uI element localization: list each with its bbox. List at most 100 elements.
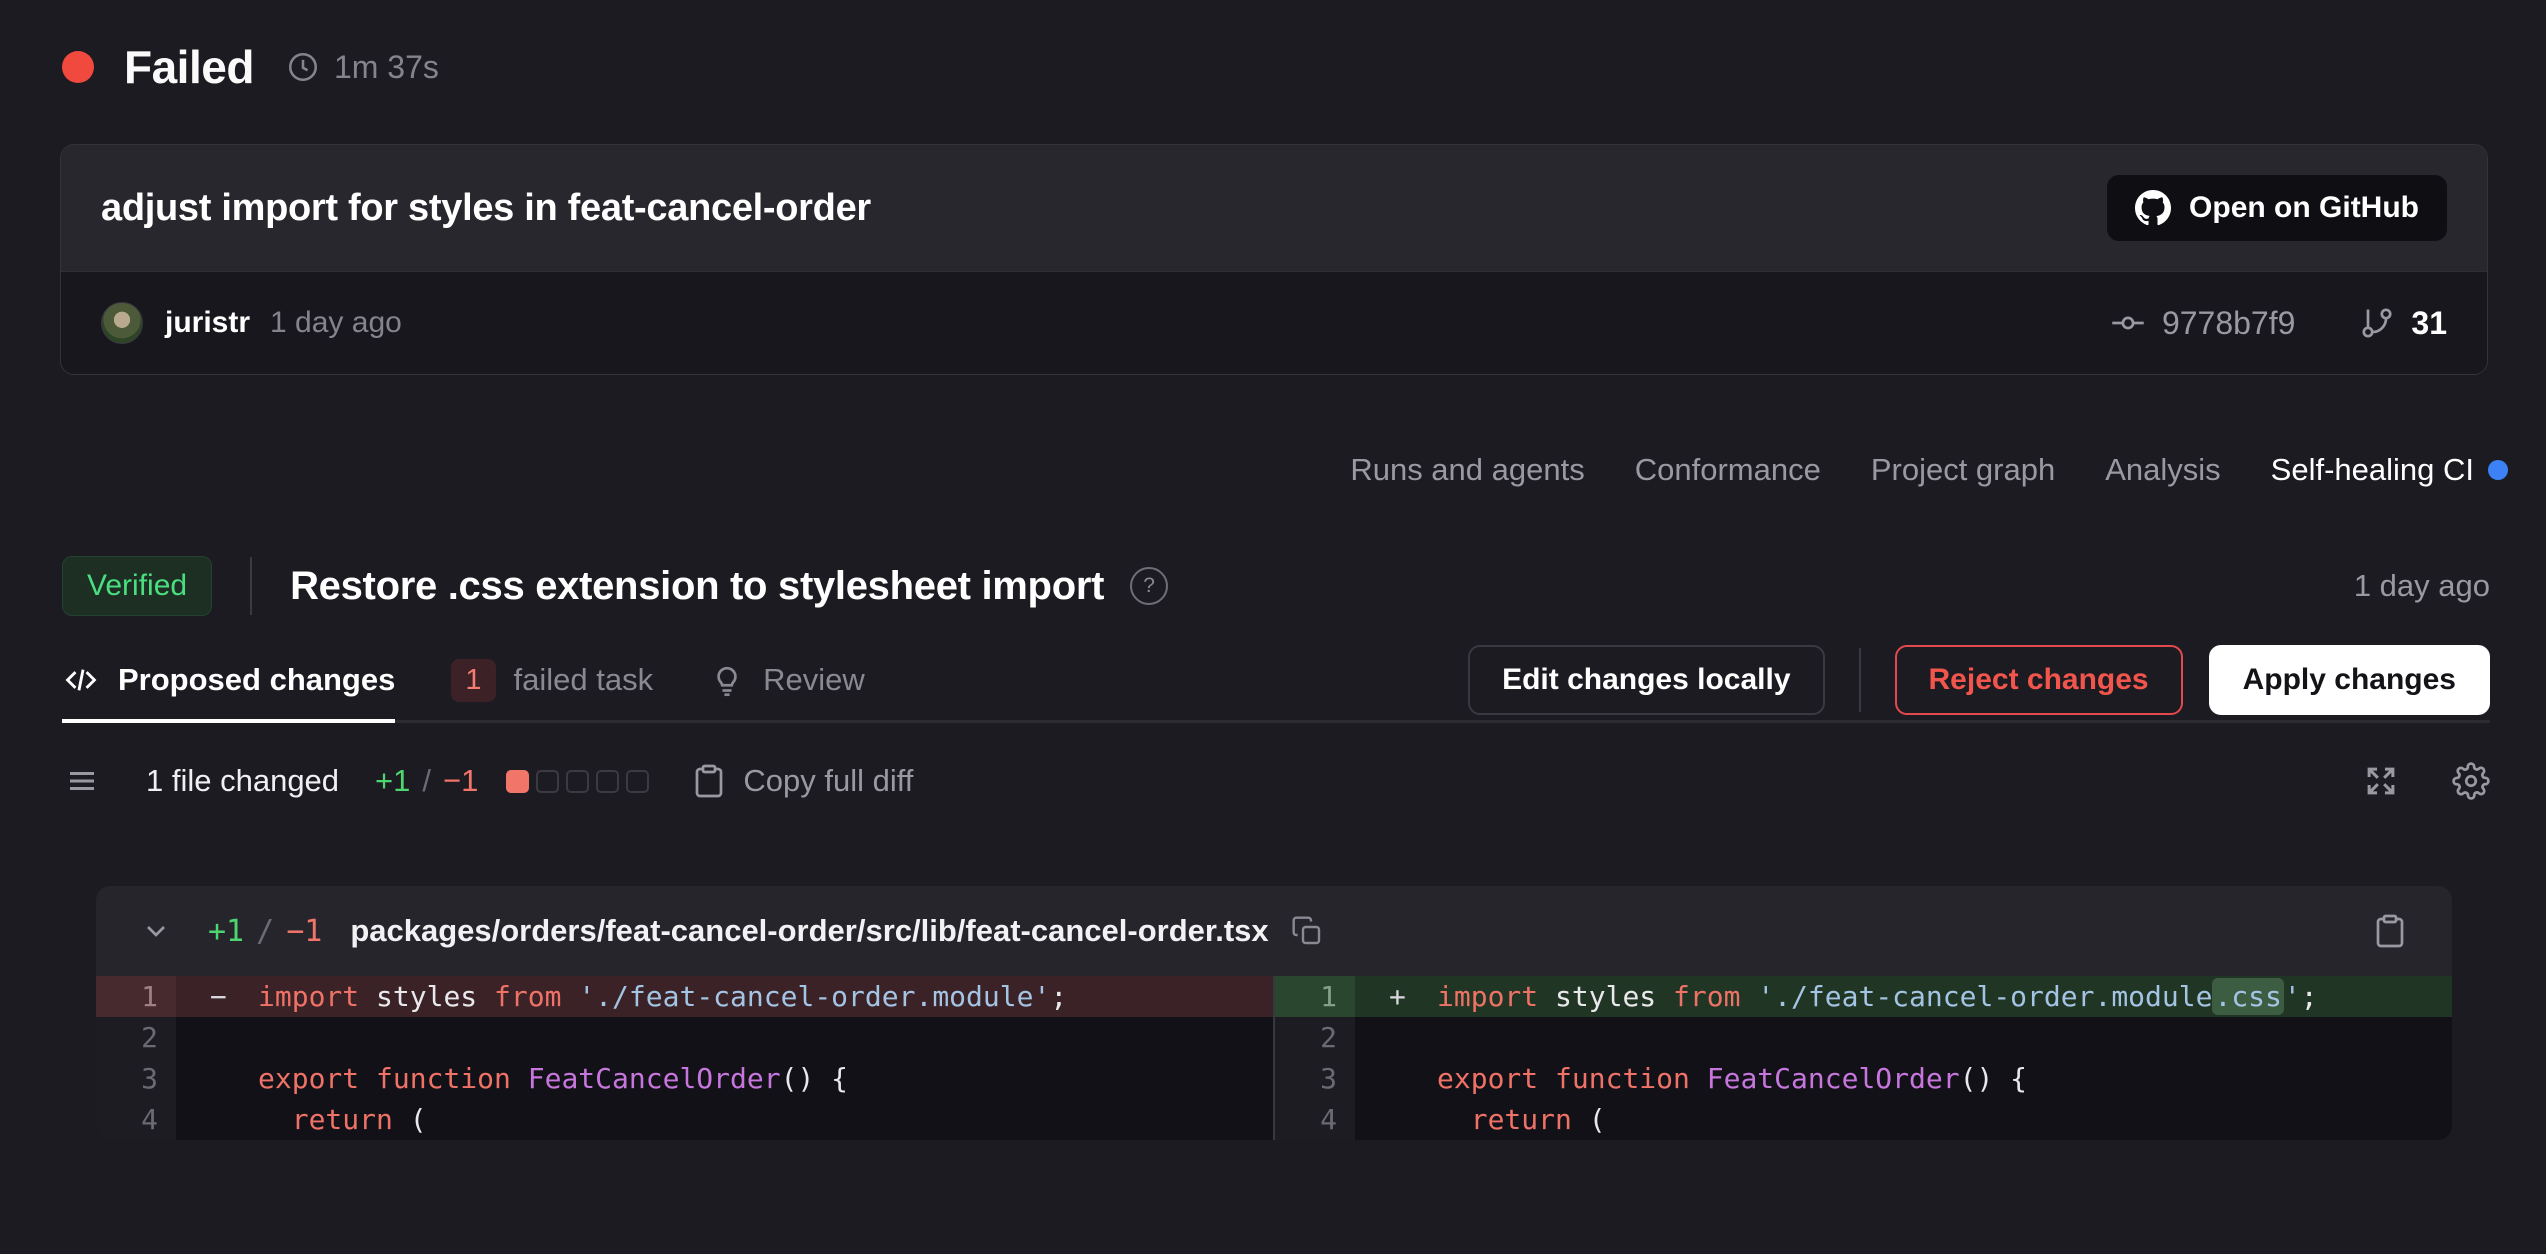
git-branch-icon (2359, 305, 2395, 341)
tab-failed-task-label: failed task (514, 662, 654, 698)
diff-progress-squares (506, 770, 649, 793)
divider (1859, 648, 1861, 712)
line-number: 3 (96, 1058, 176, 1099)
edit-changes-locally-button[interactable]: Edit changes locally (1468, 645, 1824, 715)
diff-file-header: +1 / −1 packages/orders/feat-cancel-orde… (96, 886, 2452, 976)
line-number: 1 (1275, 976, 1355, 1017)
fix-tabs-row: Proposed changes 1 failed task Review Ed… (62, 640, 2490, 723)
diff-left-panel: 1−import styles from './feat-cancel-orde… (96, 976, 1275, 1140)
commit-time: 1 day ago (270, 306, 402, 340)
copy-file-diff-icon[interactable] (2372, 913, 2408, 949)
line-number: 4 (1275, 1099, 1355, 1140)
additions-count: +1 (375, 763, 410, 799)
code-line: return ( (1355, 1099, 2452, 1140)
verified-badge: Verified (62, 556, 212, 616)
nav-conformance[interactable]: Conformance (1635, 452, 1821, 488)
line-number: 2 (96, 1017, 176, 1058)
code-line (1355, 1017, 2452, 1058)
diff-panel: +1 / −1 packages/orders/feat-cancel-orde… (96, 886, 2452, 1140)
code-row: 3export function FeatCancelOrder() { (1275, 1058, 2452, 1099)
diff-progress-square (596, 770, 619, 793)
code-row: 2 (1275, 1017, 2452, 1058)
branch-count-group[interactable]: 31 (2359, 305, 2447, 342)
clock-icon (286, 50, 320, 84)
code-row: 1−import styles from './feat-cancel-orde… (96, 976, 1273, 1017)
status-label: Failed (124, 40, 254, 94)
copy-full-diff-button[interactable]: Copy full diff (691, 763, 913, 799)
avatar (101, 302, 143, 344)
help-icon[interactable]: ? (1130, 567, 1168, 605)
open-on-github-button[interactable]: Open on GitHub (2107, 175, 2447, 241)
file-stat-separator: / (256, 914, 274, 949)
code-row: 3export function FeatCancelOrder() { (96, 1058, 1273, 1099)
tab-review[interactable]: Review (709, 640, 865, 720)
fix-actions: Edit changes locally Reject changes Appl… (1468, 645, 2490, 715)
diff-progress-square (566, 770, 589, 793)
commit-hash-group[interactable]: 9778b7f9 (2110, 305, 2295, 342)
clipboard-icon (691, 763, 727, 799)
expand-icon[interactable] (2362, 762, 2400, 800)
github-button-label: Open on GitHub (2189, 191, 2419, 225)
code-line (176, 1017, 1273, 1058)
diff-code: 1−import styles from './feat-cancel-orde… (96, 976, 2452, 1140)
code-line: export function FeatCancelOrder() { (1355, 1058, 2452, 1099)
nav-runs-and-agents[interactable]: Runs and agents (1350, 452, 1584, 488)
tab-failed-task[interactable]: 1 failed task (451, 640, 653, 720)
nav-analysis[interactable]: Analysis (2105, 452, 2220, 488)
commit-card-header: adjust import for styles in feat-cancel-… (61, 145, 2487, 271)
fix-heading-row: Verified Restore .css extension to style… (62, 556, 2490, 616)
diff-progress-square (536, 770, 559, 793)
branch-count: 31 (2411, 305, 2447, 342)
diff-toolbar: 1 file changed +1 / −1 Copy full diff (64, 762, 2490, 800)
file-additions: +1 (208, 914, 244, 949)
nav-self-healing-ci-label: Self-healing CI (2271, 452, 2474, 488)
line-number: 2 (1275, 1017, 1355, 1058)
commit-hash: 9778b7f9 (2162, 305, 2295, 342)
copy-path-icon[interactable] (1291, 915, 1323, 947)
notification-dot (2488, 460, 2508, 480)
code-icon (62, 661, 100, 699)
file-list-menu-icon[interactable] (64, 763, 100, 799)
file-path: packages/orders/feat-cancel-order/src/li… (350, 913, 1268, 949)
diff-progress-square (626, 770, 649, 793)
fix-time: 1 day ago (2354, 568, 2490, 604)
file-deletions: −1 (286, 914, 322, 949)
code-row: 4 return ( (1275, 1099, 2452, 1140)
code-line: return ( (176, 1099, 1273, 1140)
line-number: 1 (96, 976, 176, 1017)
diff-right-panel: 1+import styles from './feat-cancel-orde… (1275, 976, 2452, 1140)
nav-project-graph[interactable]: Project graph (1871, 452, 2055, 488)
code-line: −import styles from './feat-cancel-order… (176, 976, 1273, 1017)
lightbulb-icon (709, 662, 745, 698)
code-line: +import styles from './feat-cancel-order… (1355, 976, 2452, 1017)
github-icon (2135, 190, 2171, 226)
section-nav: Runs and agents Conformance Project grap… (1350, 452, 2508, 488)
files-changed-label: 1 file changed (146, 763, 339, 799)
code-row: 1+import styles from './feat-cancel-orde… (1275, 976, 2452, 1017)
fix-title: Restore .css extension to stylesheet imp… (290, 564, 1104, 609)
reject-changes-button[interactable]: Reject changes (1895, 645, 2183, 715)
deletions-count: −1 (443, 763, 478, 799)
tab-review-label: Review (763, 662, 865, 698)
line-number: 4 (96, 1099, 176, 1140)
commit-card-footer: juristr 1 day ago 9778b7f9 31 (61, 271, 2487, 374)
tab-proposed-changes-label: Proposed changes (118, 662, 395, 698)
diff-progress-square (506, 770, 529, 793)
line-number: 3 (1275, 1058, 1355, 1099)
tab-proposed-changes[interactable]: Proposed changes (62, 640, 395, 720)
code-line: export function FeatCancelOrder() { (176, 1058, 1273, 1099)
commit-title: adjust import for styles in feat-cancel-… (101, 187, 871, 230)
commit-card: adjust import for styles in feat-cancel-… (60, 144, 2488, 375)
code-row: 4 return ( (96, 1099, 1273, 1140)
commit-icon (2110, 305, 2146, 341)
run-status: Failed 1m 37s (62, 40, 439, 94)
commit-author: juristr (165, 306, 250, 340)
chevron-down-icon[interactable] (140, 915, 172, 947)
run-duration: 1m 37s (334, 49, 439, 86)
gear-icon[interactable] (2452, 762, 2490, 800)
code-row: 2 (96, 1017, 1273, 1058)
failed-status-dot (62, 51, 94, 83)
apply-changes-button[interactable]: Apply changes (2209, 645, 2490, 715)
nav-self-healing-ci[interactable]: Self-healing CI (2271, 452, 2508, 488)
copy-full-diff-label: Copy full diff (743, 763, 913, 799)
